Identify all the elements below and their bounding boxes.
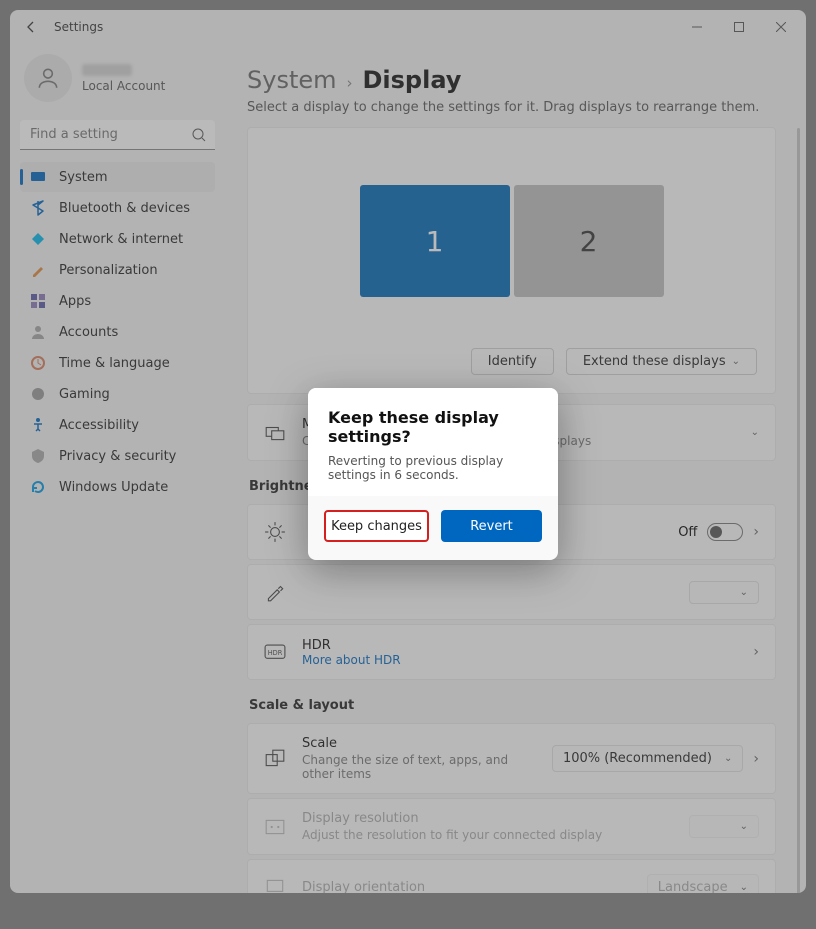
modal-overlay: Keep these display settings? Reverting t… bbox=[0, 0, 816, 929]
button-label: Revert bbox=[470, 519, 513, 534]
dialog-countdown: 6 bbox=[394, 468, 402, 482]
keep-changes-button[interactable]: Keep changes bbox=[324, 510, 429, 542]
button-label: Keep changes bbox=[331, 519, 422, 534]
dialog-text-suffix: seconds. bbox=[402, 468, 459, 482]
dialog-title: Keep these display settings? bbox=[328, 408, 538, 446]
revert-button[interactable]: Revert bbox=[441, 510, 542, 542]
keep-settings-dialog: Keep these display settings? Reverting t… bbox=[308, 388, 558, 560]
dialog-text: Reverting to previous display settings i… bbox=[328, 454, 538, 482]
